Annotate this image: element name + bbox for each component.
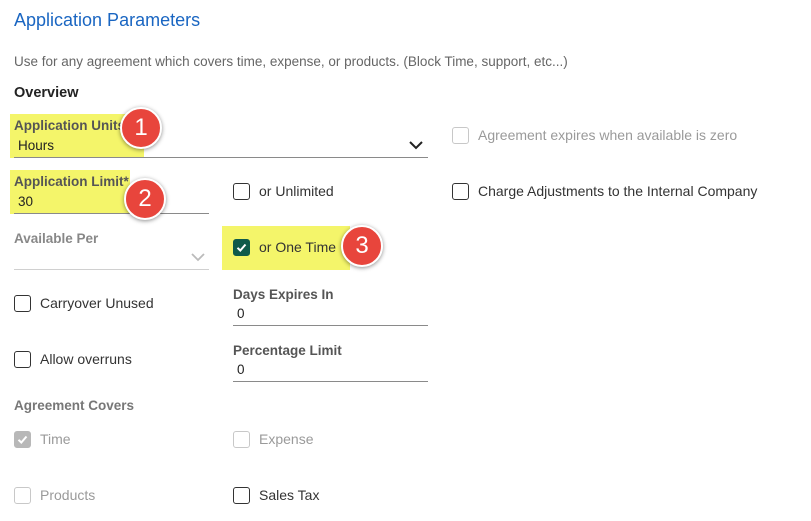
agreement-covers-label: Agreement Covers <box>14 398 135 413</box>
expense-checkbox[interactable] <box>233 431 250 448</box>
sales-tax-label: Sales Tax <box>259 487 320 503</box>
charge-adjustments-checkbox[interactable] <box>452 183 469 200</box>
carryover-checkbox[interactable] <box>14 295 31 312</box>
unlimited-label: or Unlimited <box>259 183 334 199</box>
days-expires-input[interactable]: 0 <box>237 306 245 321</box>
annotation-badge-1: 1 <box>120 107 162 149</box>
annotation-badge-3: 3 <box>341 225 383 267</box>
section-heading-overview: Overview <box>14 85 79 101</box>
annotation-badge-2: 2 <box>124 178 166 220</box>
one-time-checkbox[interactable] <box>233 239 250 256</box>
page-title: Application Parameters <box>14 10 201 30</box>
application-units-underline <box>14 157 428 158</box>
page-description: Use for any agreement which covers time,… <box>14 54 568 69</box>
application-limit-input[interactable]: 30 <box>18 194 33 209</box>
one-time-label: or One Time <box>259 239 337 255</box>
carryover-label: Carryover Unused <box>40 295 154 311</box>
application-limit-label: Application Limit* <box>14 174 129 189</box>
unlimited-checkbox[interactable] <box>233 183 250 200</box>
time-label: Time <box>40 431 71 447</box>
checkmark-icon <box>17 435 28 444</box>
products-checkbox[interactable] <box>14 487 31 504</box>
application-limit-underline <box>14 213 209 214</box>
expense-label: Expense <box>259 431 314 447</box>
days-expires-underline <box>233 325 428 326</box>
percentage-limit-underline <box>233 381 428 382</box>
products-label: Products <box>40 487 96 503</box>
charge-adjustments-label: Charge Adjustments to the Internal Compa… <box>478 183 758 199</box>
overruns-checkbox[interactable] <box>14 351 31 368</box>
percentage-limit-label: Percentage Limit <box>233 343 342 358</box>
available-per-label: Available Per <box>14 231 99 246</box>
days-expires-label: Days Expires In <box>233 287 334 302</box>
application-units-value[interactable]: Hours <box>18 138 54 153</box>
percentage-limit-input[interactable]: 0 <box>237 362 245 377</box>
time-checkbox[interactable] <box>14 431 31 448</box>
available-per-underline <box>14 269 209 270</box>
sales-tax-checkbox[interactable] <box>233 487 250 504</box>
overruns-label: Allow overruns <box>40 351 132 367</box>
application-units-label: Application Units <box>14 118 125 133</box>
checkmark-icon <box>236 243 247 252</box>
expires-zero-checkbox[interactable] <box>452 127 469 144</box>
expires-zero-label: Agreement expires when available is zero <box>478 127 738 143</box>
chevron-down-icon[interactable] <box>408 140 424 150</box>
chevron-down-icon[interactable] <box>190 252 206 262</box>
